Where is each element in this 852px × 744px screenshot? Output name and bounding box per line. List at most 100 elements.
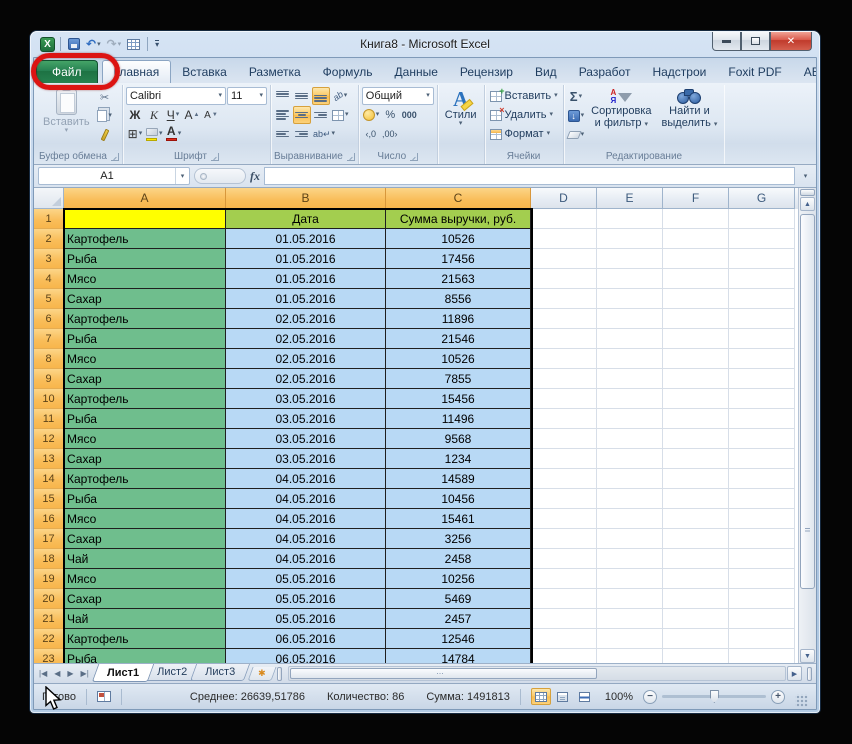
cell-E19[interactable] bbox=[597, 569, 663, 589]
tab-scrollbar-splitter[interactable] bbox=[276, 666, 282, 681]
row-header-22[interactable]: 22 bbox=[34, 629, 64, 649]
select-all-corner[interactable] bbox=[34, 188, 64, 209]
cell-G4[interactable] bbox=[729, 269, 795, 289]
chevron-down-icon[interactable]: ▾ bbox=[175, 168, 189, 184]
ribbon-tab-Вид[interactable]: Вид bbox=[524, 61, 568, 83]
sheet-tab-Лист1[interactable]: Лист1 bbox=[91, 664, 155, 682]
orientation-button[interactable]: ab ▾ bbox=[331, 87, 349, 105]
cell-B10[interactable]: 03.05.2016 bbox=[226, 389, 386, 409]
cell-C17[interactable]: 3256 bbox=[386, 529, 531, 549]
vertical-scroll-thumb[interactable] bbox=[800, 214, 815, 589]
row-header-3[interactable]: 3 bbox=[34, 249, 64, 269]
ribbon-tab-Вставка[interactable]: Вставка bbox=[171, 61, 238, 83]
cell-G7[interactable] bbox=[729, 329, 795, 349]
vertical-scroll-track[interactable] bbox=[800, 212, 815, 648]
cell-A3[interactable]: Рыба bbox=[64, 249, 226, 269]
cell-F7[interactable] bbox=[663, 329, 729, 349]
cell-A2[interactable]: Картофель bbox=[64, 229, 226, 249]
cell-C13[interactable]: 1234 bbox=[386, 449, 531, 469]
number-format-combo[interactable]: Общий ▾ bbox=[361, 87, 434, 105]
minimize-button[interactable] bbox=[712, 32, 741, 51]
align-top-button[interactable] bbox=[274, 87, 292, 105]
cell-E2[interactable] bbox=[597, 229, 663, 249]
increase-decimal-button[interactable]: ‹,0 bbox=[362, 125, 380, 143]
cell-D8[interactable] bbox=[531, 349, 597, 369]
dialog-launcher-icon[interactable] bbox=[410, 152, 419, 161]
cell-G15[interactable] bbox=[729, 489, 795, 509]
accounting-format-button[interactable]: ▾ bbox=[362, 106, 381, 124]
paste-button[interactable]: Вставить ▾ bbox=[39, 87, 94, 149]
font-size-combo[interactable]: 11 ▾ bbox=[226, 87, 267, 105]
cell-F2[interactable] bbox=[663, 229, 729, 249]
cell-F1[interactable] bbox=[663, 209, 729, 229]
cell-G10[interactable] bbox=[729, 389, 795, 409]
row-header-7[interactable]: 7 bbox=[34, 329, 64, 349]
cell-A4[interactable]: Мясо bbox=[64, 269, 226, 289]
cell-A16[interactable]: Мясо bbox=[64, 509, 226, 529]
cell-C7[interactable]: 21546 bbox=[386, 329, 531, 349]
cell-C5[interactable]: 8556 bbox=[386, 289, 531, 309]
cell-E6[interactable] bbox=[597, 309, 663, 329]
row-header-17[interactable]: 17 bbox=[34, 529, 64, 549]
italic-button[interactable]: К bbox=[145, 106, 163, 124]
format-painter-button[interactable] bbox=[96, 126, 114, 144]
bold-button[interactable]: Ж bbox=[126, 106, 144, 124]
table-view-button[interactable] bbox=[125, 38, 142, 51]
cell-A10[interactable]: Картофель bbox=[64, 389, 226, 409]
cell-E15[interactable] bbox=[597, 489, 663, 509]
cell-E1[interactable] bbox=[597, 209, 663, 229]
cell-G18[interactable] bbox=[729, 549, 795, 569]
ribbon-tab-ABBYY PD[interactable]: ABBYY PD bbox=[793, 61, 816, 83]
cell-C23[interactable]: 14784 bbox=[386, 649, 531, 663]
cell-B22[interactable]: 06.05.2016 bbox=[226, 629, 386, 649]
cell-B18[interactable]: 04.05.2016 bbox=[226, 549, 386, 569]
borders-button[interactable]: ⊞ ▾ bbox=[126, 125, 144, 143]
cell-E18[interactable] bbox=[597, 549, 663, 569]
row-header-2[interactable]: 2 bbox=[34, 229, 64, 249]
align-center-button[interactable] bbox=[292, 106, 311, 124]
zoom-slider-track[interactable] bbox=[662, 690, 766, 703]
cell-C22[interactable]: 12546 bbox=[386, 629, 531, 649]
cell-D17[interactable] bbox=[531, 529, 597, 549]
cell-A9[interactable]: Сахар bbox=[64, 369, 226, 389]
cell-F11[interactable] bbox=[663, 409, 729, 429]
cell-B20[interactable]: 05.05.2016 bbox=[226, 589, 386, 609]
format-cells-button[interactable]: Формат ▾ bbox=[488, 125, 560, 143]
cell-D13[interactable] bbox=[531, 449, 597, 469]
column-header-F[interactable]: F bbox=[663, 188, 729, 209]
cell-D3[interactable] bbox=[531, 249, 597, 269]
row-header-14[interactable]: 14 bbox=[34, 469, 64, 489]
cell-C12[interactable]: 9568 bbox=[386, 429, 531, 449]
cell-A8[interactable]: Мясо bbox=[64, 349, 226, 369]
find-select-button[interactable]: Найти и выделить ▾ bbox=[658, 87, 722, 149]
redo-button[interactable]: ↷ ▾ bbox=[105, 38, 124, 50]
cell-E16[interactable] bbox=[597, 509, 663, 529]
cell-E13[interactable] bbox=[597, 449, 663, 469]
cell-E10[interactable] bbox=[597, 389, 663, 409]
cell-B5[interactable]: 01.05.2016 bbox=[226, 289, 386, 309]
cell-D20[interactable] bbox=[531, 589, 597, 609]
cell-E3[interactable] bbox=[597, 249, 663, 269]
cell-F6[interactable] bbox=[663, 309, 729, 329]
row-header-11[interactable]: 11 bbox=[34, 409, 64, 429]
cell-B14[interactable]: 04.05.2016 bbox=[226, 469, 386, 489]
cut-button[interactable]: ✂ bbox=[96, 88, 114, 106]
cell-A18[interactable]: Чай bbox=[64, 549, 226, 569]
cell-A1[interactable] bbox=[64, 209, 226, 229]
cell-A6[interactable]: Картофель bbox=[64, 309, 226, 329]
first-sheet-button[interactable]: |◀ bbox=[36, 669, 50, 678]
cell-G3[interactable] bbox=[729, 249, 795, 269]
scroll-down-button[interactable]: ▼ bbox=[800, 649, 815, 663]
cell-D11[interactable] bbox=[531, 409, 597, 429]
cell-C1[interactable]: Сумма выручки, руб. bbox=[386, 209, 531, 229]
styles-button[interactable]: А Стили ▾ bbox=[441, 87, 481, 129]
row-header-20[interactable]: 20 bbox=[34, 589, 64, 609]
undo-button[interactable]: ↶ ▾ bbox=[84, 38, 103, 50]
cell-F20[interactable] bbox=[663, 589, 729, 609]
cell-F15[interactable] bbox=[663, 489, 729, 509]
cell-B19[interactable]: 05.05.2016 bbox=[226, 569, 386, 589]
column-header-D[interactable]: D bbox=[531, 188, 597, 209]
cell-B2[interactable]: 01.05.2016 bbox=[226, 229, 386, 249]
cell-E7[interactable] bbox=[597, 329, 663, 349]
cell-C14[interactable]: 14589 bbox=[386, 469, 531, 489]
